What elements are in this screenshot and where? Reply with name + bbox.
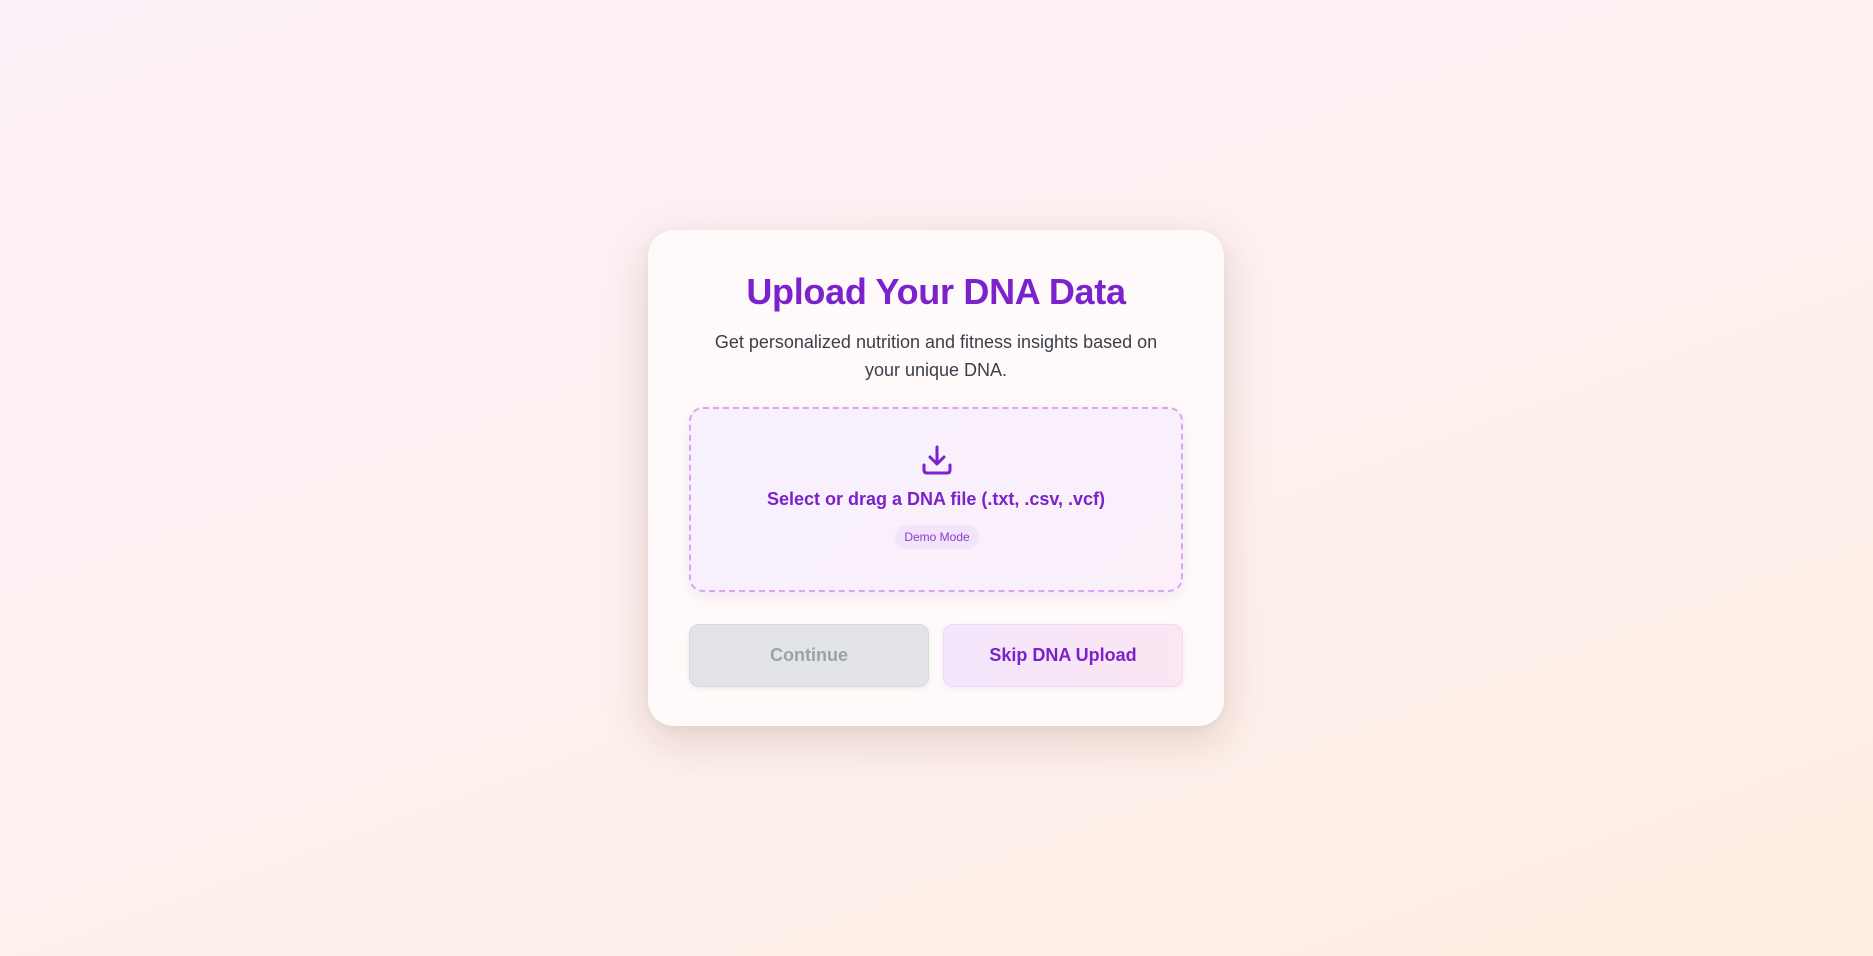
dna-file-dropzone[interactable]: Select or drag a DNA file (.txt, .csv, .…	[689, 407, 1183, 592]
download-icon	[922, 445, 952, 475]
demo-mode-badge: Demo Mode	[895, 525, 979, 549]
page-title: Upload Your DNA Data	[746, 271, 1126, 312]
upload-dna-card: Upload Your DNA Data Get personalized nu…	[648, 230, 1224, 726]
continue-button[interactable]: Continue	[689, 624, 929, 687]
page-subtitle: Get personalized nutrition and fitness i…	[714, 332, 1158, 380]
page-background: { "card": { "title": "Upload Your DNA Da…	[0, 0, 1873, 956]
dropzone-label: Select or drag a DNA file (.txt, .csv, .…	[766, 489, 1106, 509]
skip-dna-upload-button[interactable]: Skip DNA Upload	[943, 624, 1183, 687]
